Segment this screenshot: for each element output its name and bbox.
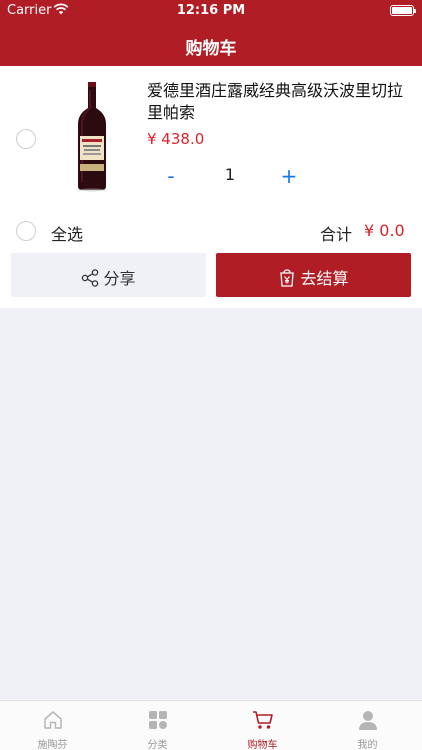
page-title: 购物车 — [185, 39, 237, 59]
home-icon — [44, 711, 62, 729]
quantity-value: 1 — [224, 165, 236, 184]
status-bar: Carrier 12:16 PM — [0, 0, 422, 22]
checkout-button[interactable]: 去结算 — [216, 253, 411, 297]
product-price: ¥ 438.0 — [147, 130, 205, 148]
status-time: 12:16 PM — [176, 3, 246, 18]
tab-cart-label: 购物车 — [247, 740, 278, 750]
cart-icon — [253, 711, 273, 729]
nav-bar: 购物车 — [0, 22, 422, 66]
select-all-label[interactable]: 全选 — [51, 221, 83, 245]
checkout-label: 去结算 — [300, 269, 349, 288]
tab-profile-label: 我的 — [357, 740, 378, 750]
quantity-decrease-button[interactable]: - — [160, 164, 182, 188]
wine-bottle-icon — [78, 82, 106, 192]
category-icon — [149, 711, 167, 729]
tab-bar: 施陶芬 分类 购物车 我的 — [0, 700, 422, 750]
item-select-radio[interactable] — [16, 129, 36, 149]
share-label: 分享 — [103, 269, 136, 288]
checkout-bag-icon — [280, 269, 295, 287]
tab-cart[interactable]: 购物车 — [210, 701, 315, 750]
tab-category-label: 分类 — [147, 740, 168, 750]
quantity-increase-button[interactable]: + — [278, 164, 300, 188]
select-all-radio[interactable] — [16, 221, 36, 241]
tab-category[interactable]: 分类 — [105, 701, 210, 750]
tab-home[interactable]: 施陶芬 — [0, 701, 105, 750]
share-button[interactable]: 分享 — [11, 253, 206, 297]
tab-profile[interactable]: 我的 — [315, 701, 420, 750]
share-icon — [82, 269, 99, 287]
battery-icon — [390, 5, 416, 16]
tab-home-label: 施陶芬 — [37, 740, 68, 750]
total-label: 合计 — [320, 225, 353, 244]
total-value: ¥ 0.0 — [364, 221, 405, 240]
product-name[interactable]: 爱德里酒庄露威经典高级沃波里切拉里帕索 — [147, 80, 417, 124]
person-icon — [359, 711, 377, 730]
